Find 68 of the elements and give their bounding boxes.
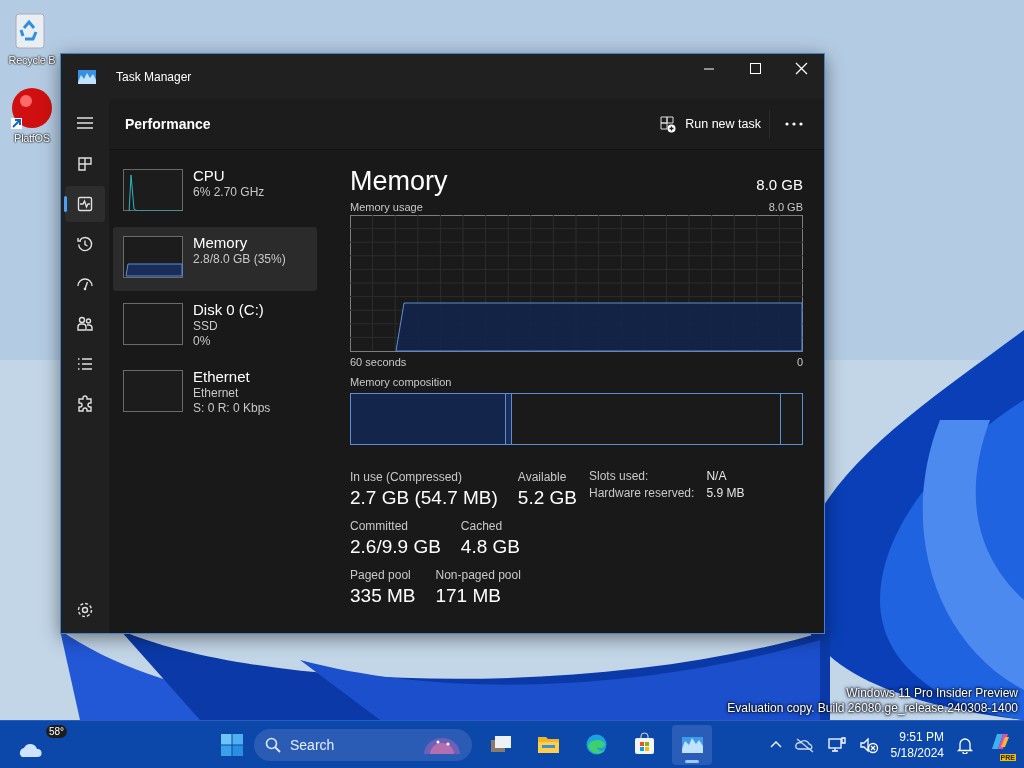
- app-icon[interactable]: [10, 88, 54, 130]
- menu-icon[interactable]: [76, 114, 94, 132]
- taskbar-app[interactable]: [672, 724, 712, 765]
- info-label: Slots used:: [589, 469, 650, 483]
- stat-label: Available: [517, 469, 568, 485]
- device-list-item[interactable]: CPU 6% 2.70 GHz: [113, 160, 317, 224]
- device-detail: 2.8/8.0 GB (35%): [193, 252, 286, 267]
- nav-tab[interactable]: [65, 186, 105, 222]
- device-graph-thumbnail: [123, 236, 183, 278]
- device-name: Memory: [193, 234, 249, 252]
- performance-icon: [76, 195, 94, 213]
- device-name: Disk 0 (C:): [193, 301, 264, 319]
- app-icon: [78, 69, 96, 84]
- history-icon: [76, 235, 94, 253]
- stat-label: Cached: [460, 518, 504, 534]
- clock[interactable]: 9:51 PM 5/18/2024: [890, 728, 944, 761]
- device-name: Ethernet: [193, 368, 251, 386]
- info-value: 5.9 MB: [706, 486, 745, 500]
- puzzle-icon: [76, 395, 94, 413]
- stat-value: 4.8 GB: [460, 535, 520, 559]
- graph-label: Memory composition: [350, 375, 452, 388]
- stat-value: 335 MB: [350, 584, 416, 608]
- device-detail: 0%: [193, 334, 212, 349]
- start-button[interactable]: [220, 732, 244, 757]
- device-detail: 6% 2.70 GHz: [193, 185, 265, 200]
- browser-icon: [583, 732, 609, 757]
- device-list-item[interactable]: Disk 0 (C:) SSD 0%: [113, 294, 317, 358]
- window-title: Task Manager: [116, 69, 192, 84]
- temperature-badge[interactable]: 58°: [46, 724, 68, 738]
- settings-icon[interactable]: [76, 601, 94, 619]
- graph-max-label: 8.0 GB: [768, 200, 803, 213]
- gauge-icon: [76, 275, 94, 293]
- search-field[interactable]: Search: [254, 728, 472, 761]
- device-graph-thumbnail: [123, 169, 183, 211]
- stat-label: Paged pool: [350, 567, 412, 583]
- bell-icon[interactable]: [956, 735, 974, 754]
- search-icon: [265, 736, 281, 753]
- info-label: Hardware reserved:: [589, 486, 695, 500]
- device-detail: SSD: [193, 319, 219, 334]
- device-graph-thumbnail: [123, 370, 183, 412]
- graph-label: Memory usage: [350, 200, 423, 213]
- stat-value: 2.7 GB (54.7 MB): [350, 486, 498, 510]
- info-value: N/A: [706, 469, 728, 483]
- device-graph-thumbnail: [123, 303, 183, 345]
- device-detail: Ethernet: [193, 386, 240, 401]
- network-icon[interactable]: [826, 735, 847, 754]
- section-title: Memory: [350, 166, 448, 197]
- run-new-task-button[interactable]: Run new task: [652, 109, 770, 139]
- cloud-offline-icon[interactable]: [794, 736, 815, 753]
- users-icon: [76, 315, 94, 333]
- run-task-icon: [660, 115, 677, 133]
- stat-label: In use (Compressed): [350, 469, 464, 485]
- device-detail: S: 0 R: 0 Kbps: [193, 401, 271, 416]
- list-icon: [76, 355, 94, 373]
- device-list-item[interactable]: Memory 2.8/8.0 GB (35%): [113, 227, 317, 291]
- volume-muted-icon[interactable]: [858, 735, 879, 754]
- axis-label: 60 seconds: [350, 355, 407, 368]
- stat-label: Non-paged pool: [435, 567, 521, 583]
- axis-label: 0: [796, 355, 803, 368]
- stat-value: 2.6/9.9 GB: [350, 535, 441, 559]
- device-name: CPU: [193, 167, 226, 185]
- processes-icon: [76, 155, 94, 173]
- stat-value: 5.2 GB: [517, 486, 577, 510]
- page-title: Performance: [125, 116, 211, 132]
- device-list-item[interactable]: Ethernet Ethernet S: 0 R: 0 Kbps: [113, 361, 317, 425]
- total-memory: 8.0 GB: [756, 176, 803, 193]
- stat-label: Committed: [350, 518, 409, 534]
- stat-value: 171 MB: [435, 584, 502, 608]
